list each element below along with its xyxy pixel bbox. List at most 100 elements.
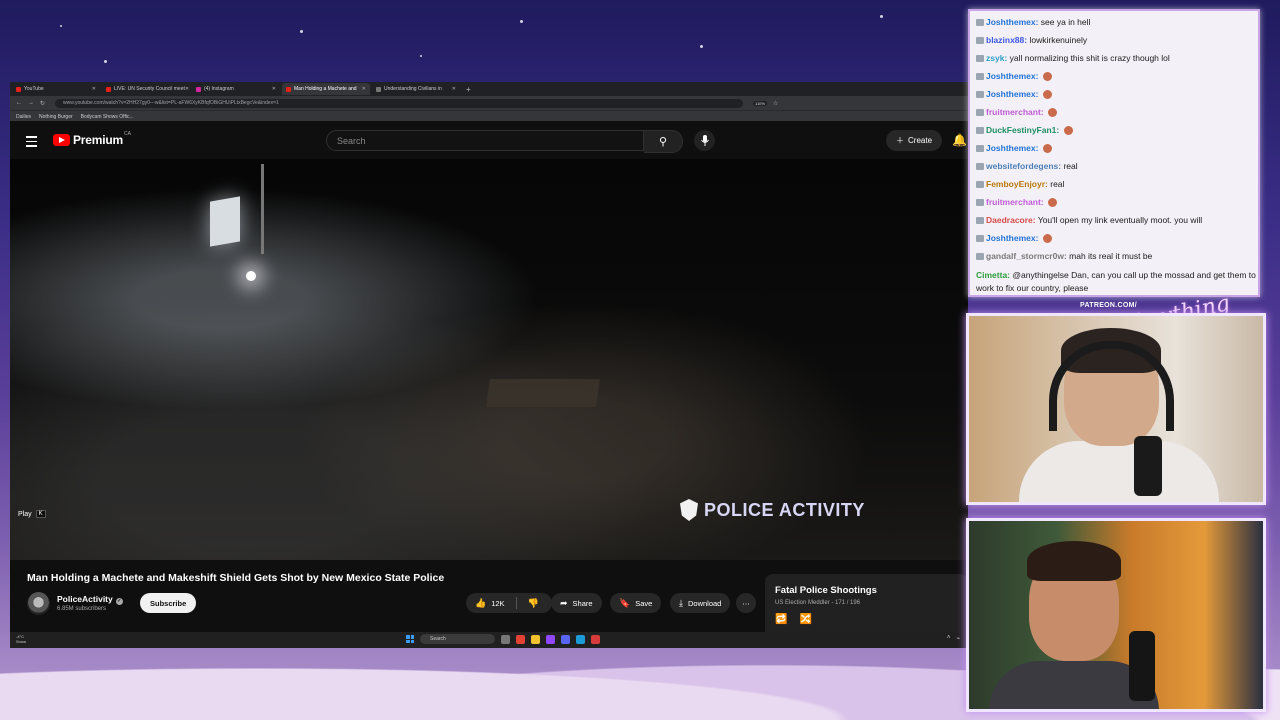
file-explorer-icon[interactable] xyxy=(531,634,540,644)
stream-chat: Joshthemex: see ya in hell blazinx88: low… xyxy=(968,9,1260,297)
bookmark-icon: 🔖 xyxy=(619,597,631,608)
like-dislike-group: 👍 12K 👎 xyxy=(466,593,552,613)
video-pole xyxy=(261,164,264,254)
close-tab-icon[interactable]: ✕ xyxy=(362,86,366,92)
chrome-icon[interactable] xyxy=(516,634,525,644)
chat-message: fruitmerchant: xyxy=(976,197,1057,208)
chat-username[interactable]: gandalf_stormcr0w: xyxy=(986,251,1067,261)
save-button[interactable]: 🔖 Save xyxy=(610,593,662,613)
playlist-panel[interactable]: Fatal Police Shootings US Election Meddl… xyxy=(765,574,968,634)
shuffle-icon[interactable]: 🔀 xyxy=(799,614,811,625)
playlist-title[interactable]: Fatal Police Shootings xyxy=(775,585,877,596)
taskbar-search[interactable]: Search xyxy=(420,634,495,644)
chat-username[interactable]: FemboyEnjoyr: xyxy=(986,179,1048,189)
taskbar-apps: Search xyxy=(406,634,600,644)
chat-username[interactable]: zsyk: xyxy=(986,53,1007,63)
subscribe-button[interactable]: Subscribe xyxy=(140,593,197,613)
chat-message: blazinx88: lowkirkenuinely xyxy=(976,35,1087,45)
chat-badge-icon xyxy=(976,127,984,135)
cam-figure xyxy=(1027,541,1121,581)
windows-start-icon[interactable] xyxy=(406,635,414,643)
create-button[interactable]: ＋ Create xyxy=(886,130,943,151)
task-view-icon[interactable] xyxy=(501,634,510,644)
chat-username[interactable]: blazinx88: xyxy=(986,35,1027,45)
chat-username[interactable]: Joshthemex: xyxy=(986,71,1038,81)
chat-username[interactable]: Joshthemex: xyxy=(986,17,1038,27)
chat-username[interactable]: Cimetta: xyxy=(976,270,1010,280)
microphone-icon xyxy=(700,135,709,146)
chat-text: yall normalizing this shit is crazy thou… xyxy=(1007,53,1170,63)
channel-name[interactable]: PoliceActivity ✓ xyxy=(57,594,123,605)
bookmark-star-icon[interactable]: ☆ xyxy=(773,100,778,107)
zoom-indicator[interactable]: 110% xyxy=(753,100,767,106)
obs-icon[interactable] xyxy=(591,634,600,644)
browser-tab[interactable]: LIVE: UN Security Council meet ✕ xyxy=(102,83,190,95)
more-dots-icon: ⋯ xyxy=(742,598,750,608)
chat-username[interactable]: websitefordegens: xyxy=(986,161,1061,171)
youtube-play-icon xyxy=(53,134,70,146)
bookmark-item[interactable]: Nothing Burger xyxy=(39,114,73,120)
chat-message: DuckFestinyFan1: xyxy=(976,125,1073,136)
browser-tab-active[interactable]: Man Holding a Machete and ✕ xyxy=(282,83,370,95)
chat-message: websitefordegens: real xyxy=(976,161,1078,171)
search-input[interactable]: Search xyxy=(326,130,644,151)
forward-arrow-icon[interactable]: → xyxy=(28,100,34,106)
chat-message: fruitmerchant: xyxy=(976,107,1057,118)
twitch-icon[interactable] xyxy=(546,634,555,644)
webcam-streamer-2 xyxy=(966,518,1266,712)
tray-chevron-icon[interactable]: ˄ xyxy=(947,635,951,642)
browser-tab[interactable]: YouTube ✕ xyxy=(12,83,100,95)
network-icon[interactable]: ⌁ xyxy=(956,635,960,642)
close-tab-icon[interactable]: ✕ xyxy=(452,86,456,92)
chat-username[interactable]: DuckFestinyFan1: xyxy=(986,125,1059,135)
channel-avatar[interactable] xyxy=(27,592,50,615)
chat-username[interactable]: Joshthemex: xyxy=(986,143,1038,153)
chat-text xyxy=(1059,125,1061,135)
bookmark-item[interactable]: Dailies xyxy=(16,114,31,120)
reload-icon[interactable]: ↻ xyxy=(40,100,45,107)
more-actions-button[interactable]: ⋯ xyxy=(736,593,756,613)
chat-emote-icon xyxy=(1042,234,1052,244)
discord-icon[interactable] xyxy=(561,634,570,644)
new-tab-button[interactable]: + xyxy=(466,85,471,94)
chat-username[interactable]: fruitmerchant: xyxy=(986,107,1044,117)
chat-username[interactable]: Joshthemex: xyxy=(986,233,1038,243)
browser-tab[interactable]: (4) Instagram ✕ xyxy=(192,83,280,95)
chat-username[interactable]: Daedracore: xyxy=(986,215,1036,225)
like-count[interactable]: 12K xyxy=(491,599,504,608)
url-field[interactable]: www.youtube.com/watch?v=2HH27gy0---w&lis… xyxy=(55,98,744,108)
chat-message: Joshthemex: xyxy=(976,233,1052,244)
chat-username[interactable]: fruitmerchant: xyxy=(986,197,1044,207)
search-button[interactable]: ⚲ xyxy=(644,130,683,153)
voice-search-button[interactable] xyxy=(694,130,715,151)
video-player[interactable]: POLICE ACTIVITY Play K xyxy=(10,159,968,560)
youtube-logo[interactable]: Premium CA xyxy=(53,131,131,147)
chat-badge-icon xyxy=(976,217,984,225)
weather-widget[interactable]: -4°C Snow xyxy=(16,634,26,644)
close-tab-icon[interactable]: ✕ xyxy=(272,86,276,92)
download-button[interactable]: ⤓ Download xyxy=(670,593,731,613)
thumbs-up-icon[interactable]: 👍 xyxy=(475,598,486,609)
video-light xyxy=(246,271,256,281)
share-button[interactable]: ➦ Share xyxy=(551,593,602,613)
back-arrow-icon[interactable]: ← xyxy=(16,100,22,106)
menu-icon[interactable] xyxy=(26,136,37,150)
bookmark-item[interactable]: Bodycam Shows Offic... xyxy=(81,114,134,120)
thumbs-down-icon[interactable]: 👎 xyxy=(528,598,539,609)
chat-badge-icon xyxy=(976,109,984,117)
chat-username[interactable]: Joshthemex: xyxy=(986,89,1038,99)
chat-text xyxy=(1044,197,1046,207)
download-icon: ⤓ xyxy=(679,597,683,608)
windows-taskbar: -4°C Snow Search ˄ ⌁ xyxy=(10,632,968,648)
notifications-bell-icon[interactable]: 🔔 xyxy=(952,133,967,147)
chat-text xyxy=(1038,89,1040,99)
close-tab-icon[interactable]: ✕ xyxy=(92,86,96,92)
system-tray[interactable]: ˄ ⌁ xyxy=(947,635,960,642)
tab-bar: YouTube ✕ LIVE: UN Security Council meet ✕… xyxy=(10,82,968,96)
close-tab-icon[interactable]: ✕ xyxy=(185,86,189,92)
chat-message: Joshthemex: xyxy=(976,71,1052,82)
browser-tab[interactable]: Understanding Civilians in ✕ xyxy=(372,83,460,95)
loop-icon[interactable]: 🔁 xyxy=(775,614,787,625)
telegram-icon[interactable] xyxy=(576,634,585,644)
chat-text: @anythingelse Dan, can you call up the m… xyxy=(976,270,1256,293)
